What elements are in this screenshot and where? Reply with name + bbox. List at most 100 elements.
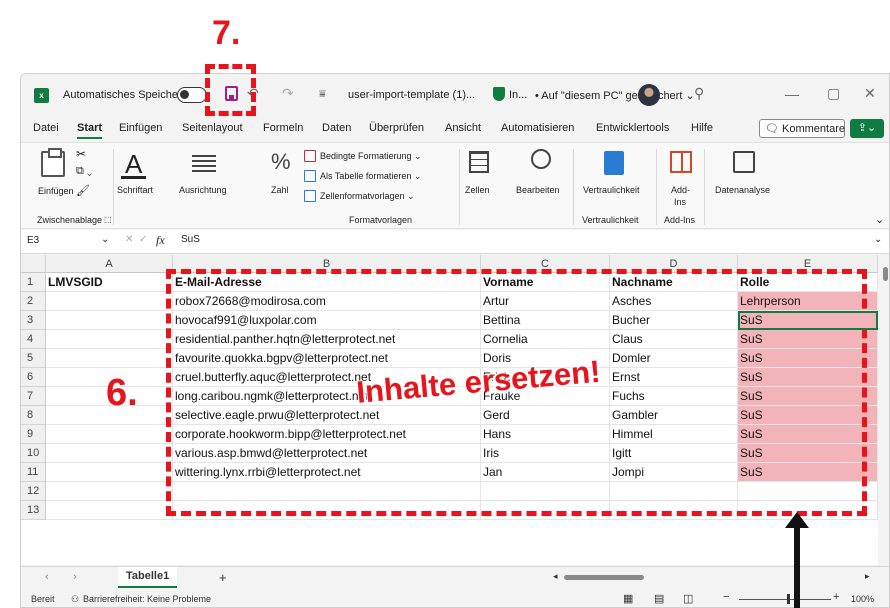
formula-expand-icon[interactable]: ⌄ [874, 234, 882, 245]
table-cell[interactable] [46, 330, 173, 349]
minimize-icon[interactable]: — [785, 86, 799, 102]
row-header-9[interactable]: 9 [21, 425, 46, 444]
copy-icon[interactable]: ⧉ ⌄ [76, 165, 92, 178]
share-button[interactable]: ⇪⌄ [850, 119, 884, 138]
comments-button[interactable]: 🗨 Kommentare [759, 119, 845, 138]
name-box-dropdown-icon[interactable]: ⌄ [101, 234, 109, 245]
table-cell[interactable] [46, 444, 173, 463]
addins-label-line1[interactable]: Add- [671, 185, 690, 195]
file-name[interactable]: user-import-template (1)... [348, 89, 475, 101]
autosave-toggle[interactable] [177, 87, 207, 103]
accessibility-status[interactable]: Barrierefreiheit: Keine Probleme [83, 594, 211, 604]
table-cell[interactable] [46, 425, 173, 444]
cond-format-button[interactable]: Bedingte Formatierung ⌄ [320, 151, 422, 162]
cells-label[interactable]: Zellen [465, 185, 490, 195]
user-avatar[interactable] [638, 84, 660, 106]
hscroll-right-icon[interactable]: ▸ [865, 571, 870, 582]
ribbon-collapse-icon[interactable]: ⌄ [875, 213, 884, 226]
name-box[interactable]: E3 [27, 235, 39, 246]
menu-daten[interactable]: Daten [322, 122, 351, 134]
table-cell[interactable] [46, 311, 173, 330]
menu-ueberpruefen[interactable]: Überprüfen [369, 122, 424, 134]
row-header-2[interactable]: 2 [21, 292, 46, 311]
column-header-a[interactable]: A [46, 255, 173, 273]
formula-value[interactable]: SuS [181, 234, 200, 245]
styles-group-label: Formatvorlagen [349, 215, 413, 225]
zoom-slider-knob[interactable] [787, 594, 790, 604]
row-header-1[interactable]: 1 [21, 273, 46, 292]
sensitivity-label[interactable]: Vertraulichkeit [583, 185, 640, 195]
paste-icon[interactable] [41, 148, 65, 177]
menu-einfuegen[interactable]: Einfügen [119, 122, 162, 134]
addins-label-line2[interactable]: Ins [674, 197, 686, 207]
tab-scroll-left-icon[interactable]: ‹ [45, 571, 49, 583]
clipboard-launcher-icon[interactable]: ⬚ [104, 215, 112, 224]
menu-hilfe[interactable]: Hilfe [691, 122, 713, 134]
select-all-corner[interactable] [21, 255, 46, 273]
zoom-level[interactable]: 100% [851, 594, 874, 604]
horizontal-scroll-thumb[interactable] [564, 575, 644, 580]
table-cell[interactable]: SuS [738, 311, 878, 330]
empty-cell[interactable] [46, 482, 173, 501]
editing-label[interactable]: Bearbeiten [516, 185, 560, 195]
menu-entwicklertools[interactable]: Entwicklertools [596, 122, 669, 134]
menu-seitenlayout[interactable]: Seitenlayout [182, 122, 243, 134]
tab-tabelle1[interactable]: Tabelle1 [118, 567, 178, 588]
close-icon[interactable]: ✕ [864, 85, 876, 102]
table-cell[interactable] [46, 349, 173, 368]
table-cell[interactable] [46, 463, 173, 482]
empty-cell[interactable] [46, 501, 173, 520]
cell-styles-button[interactable]: Zellenformatvorlagen ⌄ [320, 191, 415, 202]
alignment-icon [192, 155, 216, 173]
menu-automatisieren[interactable]: Automatisieren [501, 122, 574, 134]
format-as-table-button[interactable]: Als Tabelle formatieren ⌄ [320, 171, 421, 182]
data-analysis-label[interactable]: Datenanalyse [715, 185, 770, 195]
cut-icon[interactable]: ✂ [76, 147, 86, 161]
normal-view-icon[interactable]: ▦ [623, 592, 633, 605]
row-header-5[interactable]: 5 [21, 349, 46, 368]
row-header-11[interactable]: 11 [21, 463, 46, 482]
formula-bar: E3 ⌄ ✕ ✓ fx SuS ⌄ [21, 230, 889, 254]
row-header-4[interactable]: 4 [21, 330, 46, 349]
search-icon[interactable]: ⚲ [694, 85, 704, 102]
menu-datei[interactable]: Datei [33, 122, 59, 134]
maximize-icon[interactable]: ▢ [827, 85, 840, 102]
paste-label[interactable]: Einfügen [38, 186, 74, 196]
row-header-10[interactable]: 10 [21, 444, 46, 463]
menu-formeln[interactable]: Formeln [263, 122, 303, 134]
zoom-in-icon[interactable]: + [833, 591, 839, 603]
vertical-scroll-thumb[interactable] [883, 267, 888, 281]
header-cell[interactable]: LMVSGID [46, 273, 173, 292]
location-prefix[interactable]: In... [509, 89, 527, 101]
zoom-out-icon[interactable]: − [723, 591, 729, 603]
annotation-box-save [205, 64, 256, 116]
hscroll-left-icon[interactable]: ◂ [553, 571, 558, 582]
clipboard-group-label: Zwischenablage [37, 215, 103, 225]
vertical-scrollbar[interactable] [880, 255, 889, 565]
cancel-icon[interactable]: ✕ [125, 234, 133, 245]
row-header-8[interactable]: 8 [21, 406, 46, 425]
menu-start[interactable]: Start [77, 122, 103, 139]
save-location[interactable]: • Auf "diesem PC" gespeichert ⌄ [535, 89, 695, 102]
font-label[interactable]: Schriftart [117, 185, 153, 195]
table-cell[interactable] [46, 292, 173, 311]
number-label[interactable]: Zahl [271, 185, 289, 195]
redo-icon[interactable]: ↷ [282, 85, 294, 102]
confirm-icon[interactable]: ✓ [139, 234, 147, 245]
tab-scroll-right-icon[interactable]: › [73, 571, 77, 583]
row-header-13[interactable]: 13 [21, 501, 46, 520]
add-sheet-button[interactable]: + [219, 570, 227, 585]
menu-ansicht[interactable]: Ansicht [445, 122, 481, 134]
row-header-3[interactable]: 3 [21, 311, 46, 330]
alignment-label[interactable]: Ausrichtung [179, 185, 227, 195]
page-break-icon[interactable]: ◫ [683, 592, 693, 605]
format-painter-icon[interactable]: 🖌 [76, 184, 90, 197]
customize-toolbar-icon[interactable]: ⩸ [319, 88, 326, 101]
function-icon[interactable]: fx [156, 233, 165, 248]
menu-bar: Datei Start Einfügen Seitenlayout Formel… [21, 117, 889, 141]
page-layout-icon[interactable]: ▤ [654, 592, 664, 605]
row-header-6[interactable]: 6 [21, 368, 46, 387]
row-header-7[interactable]: 7 [21, 387, 46, 406]
row-header-12[interactable]: 12 [21, 482, 46, 501]
zoom-slider[interactable] [739, 599, 831, 600]
